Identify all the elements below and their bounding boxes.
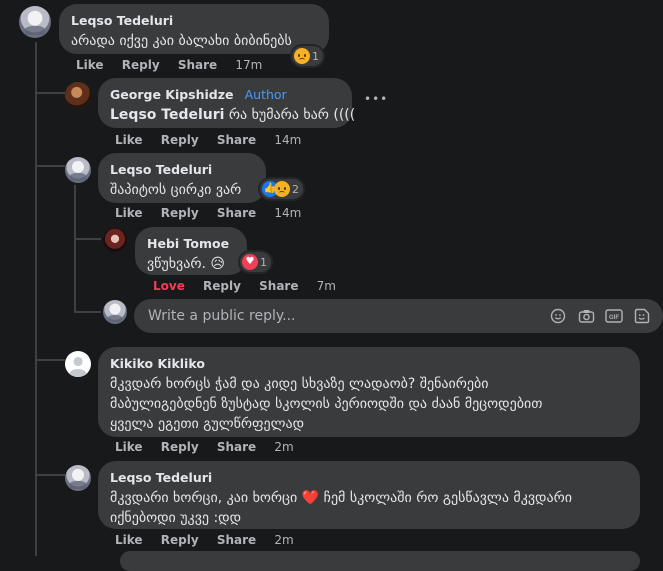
sad-reaction-icon [294,48,310,64]
like-button[interactable]: Like [115,133,143,147]
comment-author[interactable]: Hebi Tomoe [147,236,229,251]
love-reaction-icon: ♥ [242,254,258,270]
reply-button[interactable]: Reply [203,279,241,293]
reaction-count: 1 [260,255,267,269]
comment-text-line: მკვდარ ხორცს ჭამ და კიდე სხვაზე ლადაობ? … [110,376,489,392]
comment-text-line: ყველა ეგეთი გულწრფელად [110,416,305,432]
share-button[interactable]: Share [217,533,256,547]
thread-line-reply-4 [35,474,65,476]
comment-author[interactable]: Leqso Tedeluri [71,13,173,28]
comment-text: არადა იქვე კაი ბალახი ბიბინებს [71,33,292,49]
avatar[interactable] [65,351,91,377]
avatar[interactable] [65,465,91,491]
reply-button[interactable]: Reply [161,440,199,454]
comment-author[interactable]: George Kipshidze [110,87,234,102]
avatar[interactable] [19,6,51,38]
timestamp[interactable]: 7m [317,279,336,293]
comment-text: ვწუხვარ. 😥 [147,256,225,272]
reply-button[interactable]: Reply [161,206,199,220]
reply-box: GIF [134,299,663,333]
gif-icon[interactable]: GIF [605,307,623,325]
comment-bubble: Leqso Tedeluri შაპიტოს ცირკი ვარ [98,153,266,203]
thread-line-reply-2 [35,165,65,167]
comment-author[interactable]: Kikiko Kikliko [110,356,205,371]
comment-actions: Like Reply Share 17m [76,58,276,72]
timestamp[interactable]: 2m [274,533,293,547]
comment-actions: Like Reply Share 14m [115,206,315,220]
share-button[interactable]: Share [217,206,256,220]
timestamp[interactable]: 14m [274,133,301,147]
share-button[interactable]: Share [178,58,217,72]
avatar[interactable] [65,157,91,183]
svg-text:GIF: GIF [609,315,619,321]
thread-line-nested-reply [76,238,101,240]
like-button[interactable]: Like [115,533,143,547]
thread-line-main [35,42,37,556]
comment-text-line: იქნებოდი უკვე :დდ [110,510,242,526]
share-button[interactable]: Share [217,440,256,454]
thread-line-nested [74,185,76,313]
timestamp[interactable]: 17m [235,58,262,72]
reply-button[interactable]: Reply [161,533,199,547]
thread-line-reply-3 [35,359,65,361]
emoji-icon[interactable] [549,307,567,325]
comment-actions: Love Reply Share 7m [153,279,350,293]
comment-text: Leqso Tedeluri რა ხუმარა ხარ (((( [110,107,356,123]
timestamp[interactable]: 14m [274,206,301,220]
reaction-summary[interactable]: 👍 2 [260,179,303,199]
camera-icon[interactable] [577,307,595,325]
comment-author[interactable]: Leqso Tedeluri [110,162,212,177]
reply-input[interactable] [146,307,549,325]
comment-actions: Like Reply Share 14m [115,133,315,147]
comment-bubble: Leqso Tedeluri მკვდარი ხორცი, კაი ხორცი … [98,461,640,529]
author-badge: Author [244,87,287,102]
like-button[interactable]: Like [115,206,143,220]
avatar [103,300,127,324]
reply-button[interactable]: Reply [161,133,199,147]
comment-bubble: Leqso Tedeluri არადა იქვე კაი ბალახი ბიბ… [59,4,329,54]
like-button[interactable]: Like [76,58,104,72]
mention-link[interactable]: Leqso Tedeluri [110,107,224,123]
comment-text-line: მკვდარი ხორცი, კაი ხორცი ❤️ ჩემ სკოლაში … [110,490,572,506]
comment-bubble: George Kipshidze Author Leqso Tedeluri რ… [98,78,356,128]
thread-line-reply-box [76,311,101,313]
comment-actions: Like Reply Share 2m [115,440,308,454]
comment-bubble-partial [120,551,640,571]
share-button[interactable]: Share [217,133,256,147]
reaction-summary[interactable]: ♥ 1 [240,252,271,272]
timestamp[interactable]: 2m [274,440,293,454]
reaction-count: 2 [292,182,299,196]
more-options-icon[interactable]: ••• [364,92,388,106]
share-button[interactable]: Share [259,279,298,293]
reaction-count: 1 [312,49,319,63]
avatar[interactable] [65,82,91,108]
sticker-icon[interactable] [633,307,651,325]
comment-bubble: Hebi Tomoe ვწუხვარ. 😥 [135,227,247,275]
like-button[interactable]: Like [115,440,143,454]
reply-button[interactable]: Reply [122,58,160,72]
comment-actions: Like Reply Share 2m [115,533,308,547]
comment-text-line: მაბულიგებდნენ ზუსტად სკოლის პერიოდში და … [110,396,543,412]
comment-author[interactable]: Leqso Tedeluri [110,470,212,485]
sad-reaction-icon [274,181,290,197]
comment-bubble: Kikiko Kikliko მკვდარ ხორცს ჭამ და კიდე … [98,347,640,437]
reaction-summary[interactable]: 1 [292,46,323,66]
avatar[interactable] [103,228,127,252]
love-button[interactable]: Love [153,279,185,293]
comment-text: შაპიტოს ცირკი ვარ [110,182,242,198]
thread-line-reply-1 [35,92,65,94]
